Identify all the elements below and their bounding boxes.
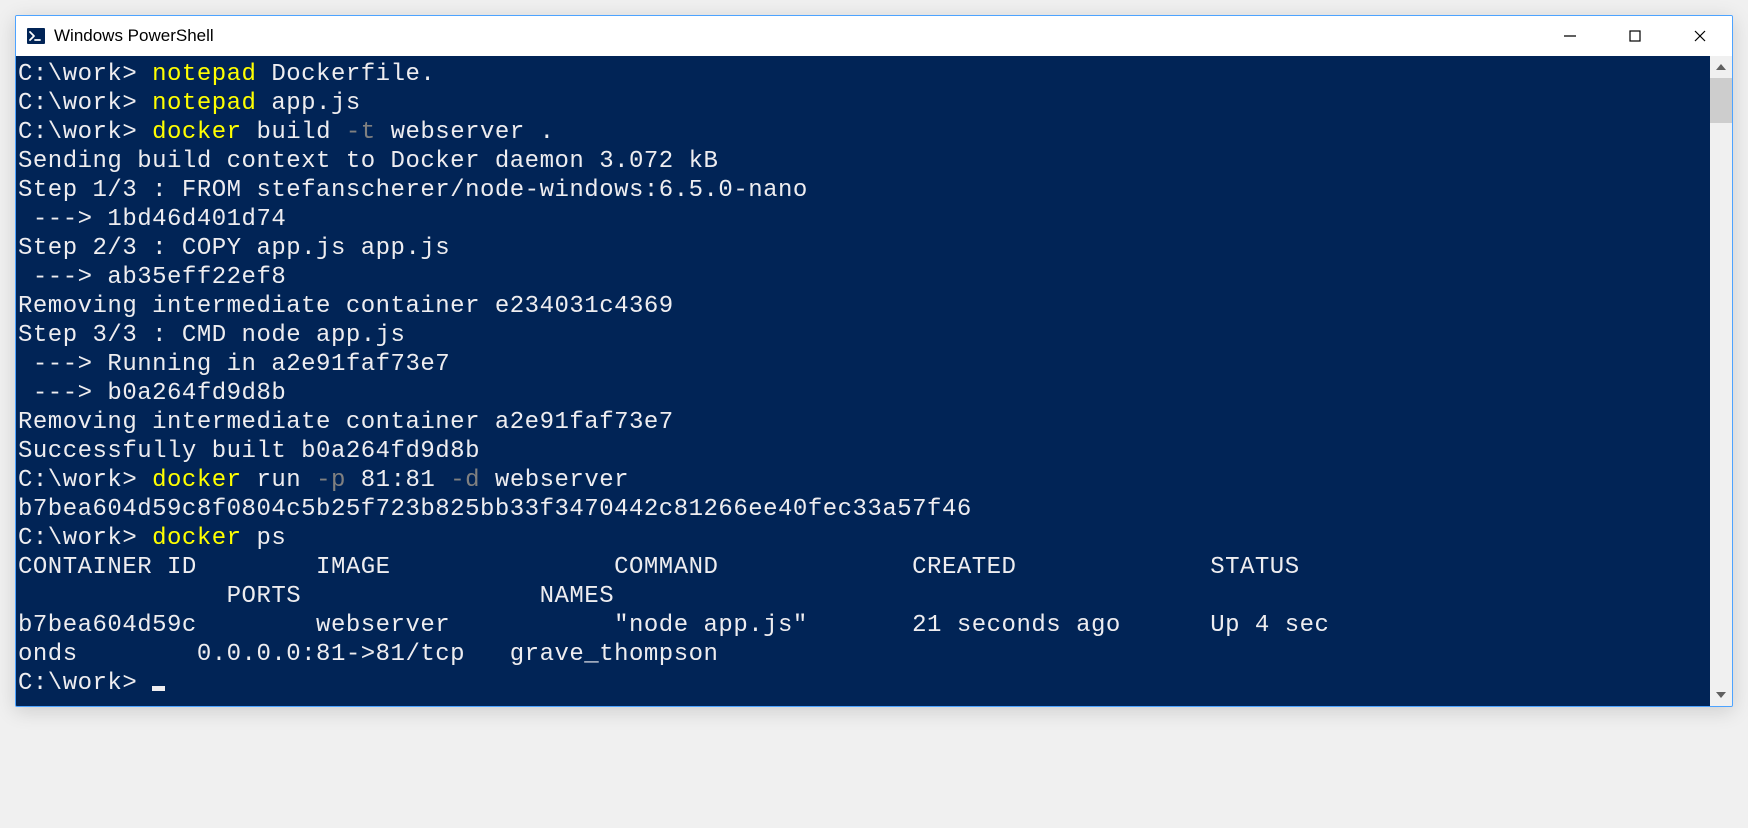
terminal-text-segment: docker (152, 467, 256, 494)
terminal-line: C:\work> (18, 669, 1710, 698)
terminal-text-segment: ---> ab35eff22ef8 (18, 264, 286, 291)
terminal-text-segment: Removing intermediate container e234031c… (18, 293, 674, 320)
terminal-cursor (152, 686, 165, 691)
terminal-text-segment: ---> Running in a2e91faf73e7 (18, 351, 450, 378)
terminal-line: Successfully built b0a264fd9d8b (18, 437, 1710, 466)
terminal-text-segment: docker (152, 525, 256, 552)
terminal-text-segment: b7bea604d59c8f0804c5b25f723b825bb33f3470… (18, 496, 972, 523)
terminal-text-segment: Successfully built b0a264fd9d8b (18, 438, 480, 465)
terminal-text-segment: Step 2/3 : COPY app.js app.js (18, 235, 450, 262)
terminal-line: CONTAINER ID IMAGE COMMAND CREATED STATU… (18, 553, 1710, 582)
terminal-text-segment: Step 1/3 : FROM stefanscherer/node-windo… (18, 177, 808, 204)
terminal-text-segment: CONTAINER ID IMAGE COMMAND CREATED STATU… (18, 554, 1300, 581)
terminal-text-segment: docker (152, 119, 256, 146)
terminal-line: C:\work> docker build -t webserver . (18, 118, 1710, 147)
minimize-button[interactable] (1537, 16, 1602, 56)
terminal-line: onds 0.0.0.0:81->81/tcp grave_thompson (18, 640, 1710, 669)
terminal-text-segment: notepad (152, 61, 271, 88)
terminal-text-segment: run (256, 467, 316, 494)
terminal-line: PORTS NAMES (18, 582, 1710, 611)
terminal-text-segment: ---> 1bd46d401d74 (18, 206, 286, 233)
terminal-text-segment: C:\work> (18, 90, 152, 117)
terminal-line: Removing intermediate container e234031c… (18, 292, 1710, 321)
terminal-output[interactable]: C:\work> notepad Dockerfile.C:\work> not… (16, 56, 1710, 706)
terminal-text-segment: webserver . (391, 119, 555, 146)
terminal-line: ---> ab35eff22ef8 (18, 263, 1710, 292)
close-button[interactable] (1667, 16, 1732, 56)
terminal-text-segment: Dockerfile. (271, 61, 435, 88)
powershell-icon (26, 26, 46, 46)
vertical-scrollbar[interactable] (1710, 56, 1732, 706)
terminal-text-segment: Sending build context to Docker daemon 3… (18, 148, 718, 175)
terminal-text-segment: C:\work> (18, 525, 152, 552)
terminal-line: Sending build context to Docker daemon 3… (18, 147, 1710, 176)
terminal-line: C:\work> docker ps (18, 524, 1710, 553)
terminal-text-segment: build (256, 119, 345, 146)
terminal-text-segment: notepad (152, 90, 271, 117)
scroll-down-arrow[interactable] (1710, 684, 1732, 706)
terminal-text-segment: onds 0.0.0.0:81->81/tcp grave_thompson (18, 641, 718, 668)
terminal-line: b7bea604d59c webserver "node app.js" 21 … (18, 611, 1710, 640)
terminal-text-segment: webserver (495, 467, 629, 494)
maximize-button[interactable] (1602, 16, 1667, 56)
terminal-line: b7bea604d59c8f0804c5b25f723b825bb33f3470… (18, 495, 1710, 524)
terminal-line: Step 1/3 : FROM stefanscherer/node-windo… (18, 176, 1710, 205)
terminal-line: Step 3/3 : CMD node app.js (18, 321, 1710, 350)
terminal-text-segment: 81:81 (361, 467, 450, 494)
terminal-line: ---> Running in a2e91faf73e7 (18, 350, 1710, 379)
terminal-line: Removing intermediate container a2e91faf… (18, 408, 1710, 437)
terminal-line: C:\work> notepad app.js (18, 89, 1710, 118)
scroll-thumb[interactable] (1710, 78, 1732, 123)
window-titlebar[interactable]: Windows PowerShell (16, 16, 1732, 56)
terminal-line: ---> 1bd46d401d74 (18, 205, 1710, 234)
terminal-line: ---> b0a264fd9d8b (18, 379, 1710, 408)
terminal-text-segment: -d (450, 467, 495, 494)
terminal-text-segment: Step 3/3 : CMD node app.js (18, 322, 405, 349)
terminal-text-segment: -t (346, 119, 391, 146)
terminal-text-segment: PORTS NAMES (18, 583, 614, 610)
terminal-text-segment: -p (316, 467, 361, 494)
terminal-text-segment: app.js (271, 90, 360, 117)
scroll-up-arrow[interactable] (1710, 56, 1732, 78)
scroll-track[interactable] (1710, 78, 1732, 684)
terminal-text-segment: C:\work> (18, 61, 152, 88)
terminal-text-segment: Removing intermediate container a2e91faf… (18, 409, 674, 436)
powershell-window: Windows PowerShell C:\work> notepad Dock… (15, 15, 1733, 707)
terminal-text-segment: C:\work> (18, 670, 152, 697)
terminal-text-segment: ps (256, 525, 286, 552)
terminal-container: C:\work> notepad Dockerfile.C:\work> not… (16, 56, 1732, 706)
terminal-text-segment: b7bea604d59c webserver "node app.js" 21 … (18, 612, 1329, 639)
terminal-line: C:\work> docker run -p 81:81 -d webserve… (18, 466, 1710, 495)
terminal-text-segment: C:\work> (18, 119, 152, 146)
terminal-line: Step 2/3 : COPY app.js app.js (18, 234, 1710, 263)
terminal-text-segment: C:\work> (18, 467, 152, 494)
terminal-text-segment: ---> b0a264fd9d8b (18, 380, 286, 407)
window-controls (1537, 16, 1732, 56)
terminal-line: C:\work> notepad Dockerfile. (18, 60, 1710, 89)
window-title: Windows PowerShell (54, 26, 1537, 46)
